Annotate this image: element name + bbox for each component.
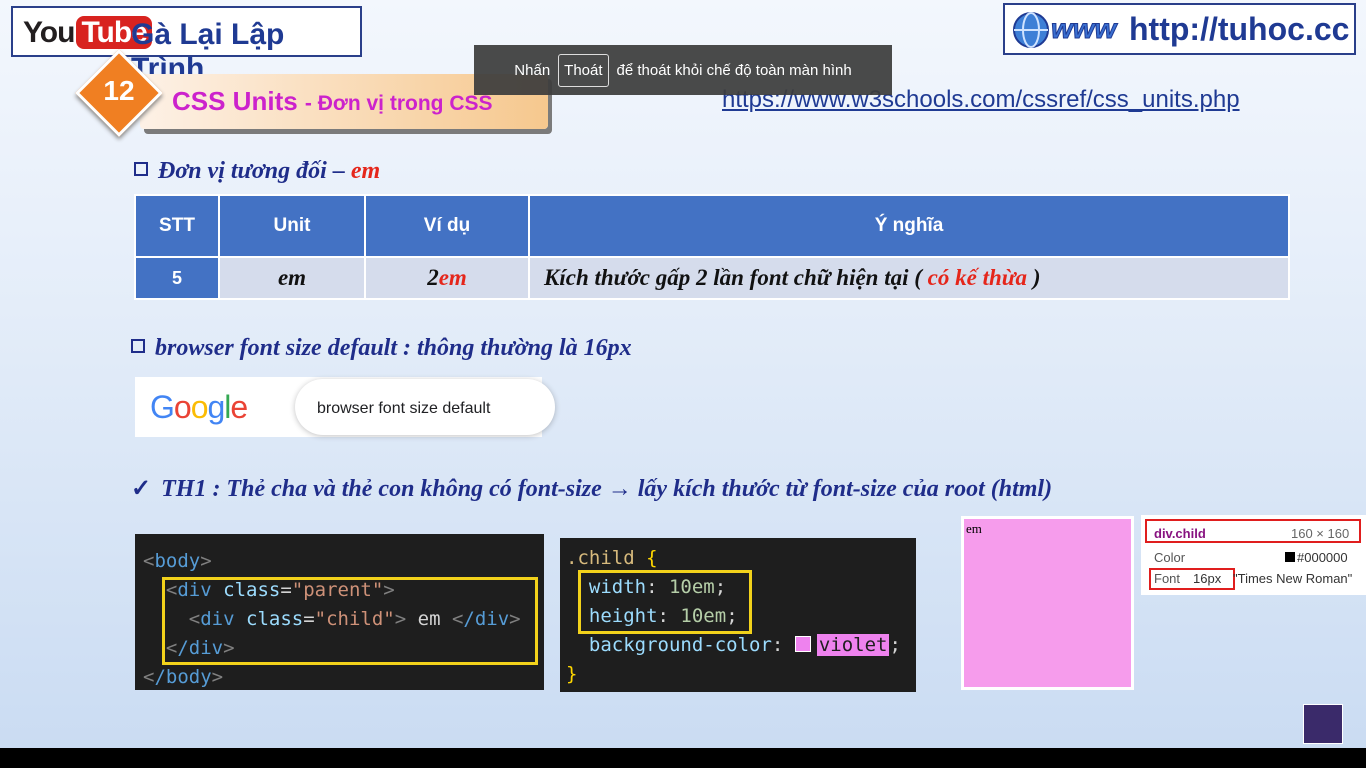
- toast-prefix: Nhấn: [514, 61, 551, 79]
- table-cell-unit: em: [218, 256, 366, 300]
- google-logo-letter: e: [230, 389, 248, 425]
- check-icon: ✓: [131, 476, 152, 502]
- google-logo-letter: o: [173, 389, 192, 425]
- google-logo-letter: g: [207, 389, 225, 425]
- google-search-query: browser font size default: [317, 400, 491, 417]
- color-swatch-icon: [794, 636, 811, 652]
- example-unit: em: [438, 265, 467, 290]
- table-header: Ví dụ: [364, 194, 530, 258]
- google-search-snippet: Google browser font size default: [135, 377, 555, 437]
- code-property: background-color: [588, 634, 772, 656]
- section-default-font-size: browser font size default : thông thường…: [131, 335, 632, 362]
- site-url[interactable]: http://tuhoc.cc: [1129, 11, 1349, 48]
- exit-fullscreen-key[interactable]: Thoát: [558, 53, 609, 87]
- google-logo-letter: o: [190, 389, 209, 425]
- meaning-accent: có kế thừa: [927, 265, 1028, 290]
- www-text: www: [1051, 13, 1119, 44]
- youtube-logo-you: You: [23, 16, 75, 49]
- toast-suffix: để thoát khỏi chế độ toàn màn hình: [616, 61, 852, 79]
- table-header: STT: [134, 194, 220, 258]
- code-value: violet: [816, 634, 890, 656]
- table-cell-example: 2em: [364, 256, 530, 300]
- section-relative-accent: em: [350, 158, 381, 184]
- case-1-label-a: TH1 : Thẻ cha và thẻ con không có font-s…: [161, 476, 602, 502]
- channel-avatar[interactable]: [1303, 704, 1343, 744]
- section-relative-units: Đơn vị tương đối – em: [134, 158, 380, 185]
- inspector-font-family: "Times New Roman": [1233, 571, 1353, 586]
- arrow-right-icon: →: [607, 476, 632, 502]
- code-tag: /body: [154, 666, 212, 688]
- fullscreen-toast: Nhấn Thoát để thoát khỏi chế độ toàn màn…: [474, 45, 892, 95]
- section-relative-label: Đơn vị tương đối –: [158, 158, 345, 184]
- table-cell-stt: 5: [134, 256, 220, 300]
- meaning-suffix: ): [1032, 265, 1041, 290]
- table-header: Ý nghĩa: [528, 194, 1290, 258]
- checkbox-bullet-icon: [131, 339, 145, 353]
- inspector-font-label: Font: [1154, 571, 1181, 586]
- inspector-size: 160 × 160: [1291, 526, 1350, 541]
- lesson-title-main: CSS Units: [172, 86, 298, 116]
- parent-highlight-box: [162, 577, 538, 665]
- meaning-prefix: Kích thước gấp 2 lần font chữ hiện tại (: [544, 265, 922, 290]
- units-table: STT Unit Ví dụ Ý nghĩa 5 em 2em Kích thư…: [134, 194, 1290, 300]
- code-brace: }: [566, 663, 578, 685]
- html-code-panel: <body> <div class="parent"> <div class="…: [135, 534, 544, 690]
- code-selector: .child: [566, 547, 635, 569]
- checkbox-bullet-icon: [134, 162, 148, 176]
- google-logo: Google: [150, 389, 248, 426]
- site-header: www http://tuhoc.cc: [1003, 3, 1356, 55]
- css-code-panel: .child { width: 10em; height: 10em; back…: [560, 538, 916, 692]
- size-highlight-box: [578, 570, 752, 634]
- code-brace: {: [646, 547, 658, 569]
- section-default-label: browser font size default : thông thường…: [155, 335, 632, 361]
- preview-text: em: [966, 521, 982, 536]
- bottom-bar: [0, 748, 1366, 768]
- section-case-1: ✓ TH1 : Thẻ cha và thẻ con không có font-…: [131, 474, 1052, 503]
- channel-header: You Tube Gà Lại Lập Trình: [11, 6, 362, 85]
- table-cell-meaning: Kích thước gấp 2 lần font chữ hiện tại (…: [528, 256, 1290, 300]
- inspector-element-name: div.child: [1154, 526, 1206, 541]
- child-preview-box: em: [961, 516, 1134, 690]
- table-header: Unit: [218, 194, 366, 258]
- code-tag: body: [154, 550, 201, 572]
- case-1-label-b: lấy kích thước từ font-size của root (ht…: [637, 476, 1053, 502]
- globe-icon: www: [1013, 12, 1119, 48]
- lesson-title: CSS Units - Đơn vị trong CSS: [172, 86, 493, 117]
- table-row: 5 em 2em Kích thước gấp 2 lần font chữ h…: [134, 256, 1290, 300]
- example-number: 2: [427, 265, 439, 290]
- devtools-inspector-tooltip: div.child 160 × 160 Color #000000 Font 1…: [1141, 515, 1366, 595]
- lesson-number: 12: [103, 75, 135, 106]
- inspector-font-size: 16px: [1193, 571, 1222, 586]
- table-header-row: STT Unit Ví dụ Ý nghĩa: [134, 194, 1290, 258]
- color-swatch-icon: [1285, 552, 1295, 562]
- lesson-subtitle: - Đơn vị trong CSS: [304, 92, 493, 115]
- inspector-color-value: #000000: [1297, 550, 1348, 565]
- inspector-color-label: Color: [1154, 550, 1186, 565]
- google-logo-letter: G: [150, 389, 175, 425]
